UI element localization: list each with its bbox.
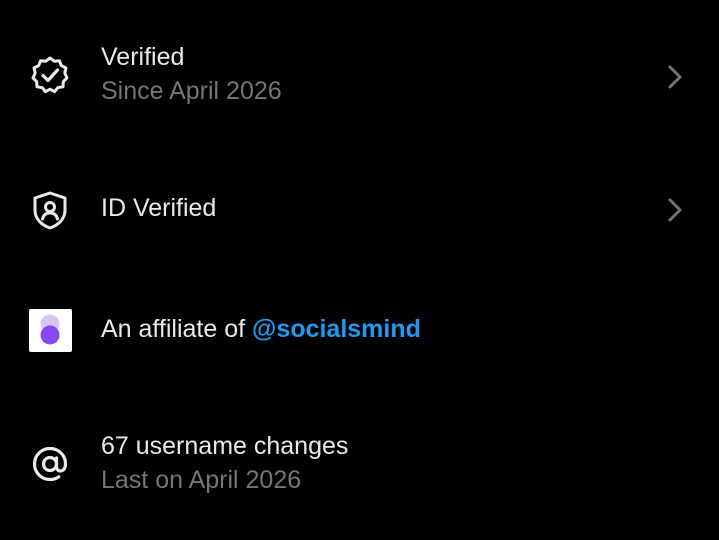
chevron-right-icon [660,62,690,92]
username-last-changed-text: Last on April 2026 [101,466,302,494]
id-verified-title: ID Verified [101,194,217,222]
affiliate-prefix: An affiliate of [101,315,253,343]
chevron-right-icon [660,195,690,225]
shield-person-icon [28,188,72,232]
username-changes-title: 67 username changes [101,432,349,460]
affiliate-text: An affiliate of @socialsmind [101,312,421,346]
verified-since-text: Since April 2026 [101,77,282,105]
at-sign-icon [28,442,72,486]
verified-title: Verified [101,43,185,71]
affiliate-logo[interactable] [28,308,72,352]
affiliate-handle-link[interactable]: @socialsmind [252,315,421,343]
affiliate-row: An affiliate of @socialsmind [0,308,719,352]
id-verified-row[interactable]: ID Verified [0,190,719,234]
verified-row[interactable]: Verified Since April 2026 [0,40,719,114]
verified-badge-icon [28,53,72,97]
username-changes-row: 67 username changes Last on April 2026 [0,429,719,503]
